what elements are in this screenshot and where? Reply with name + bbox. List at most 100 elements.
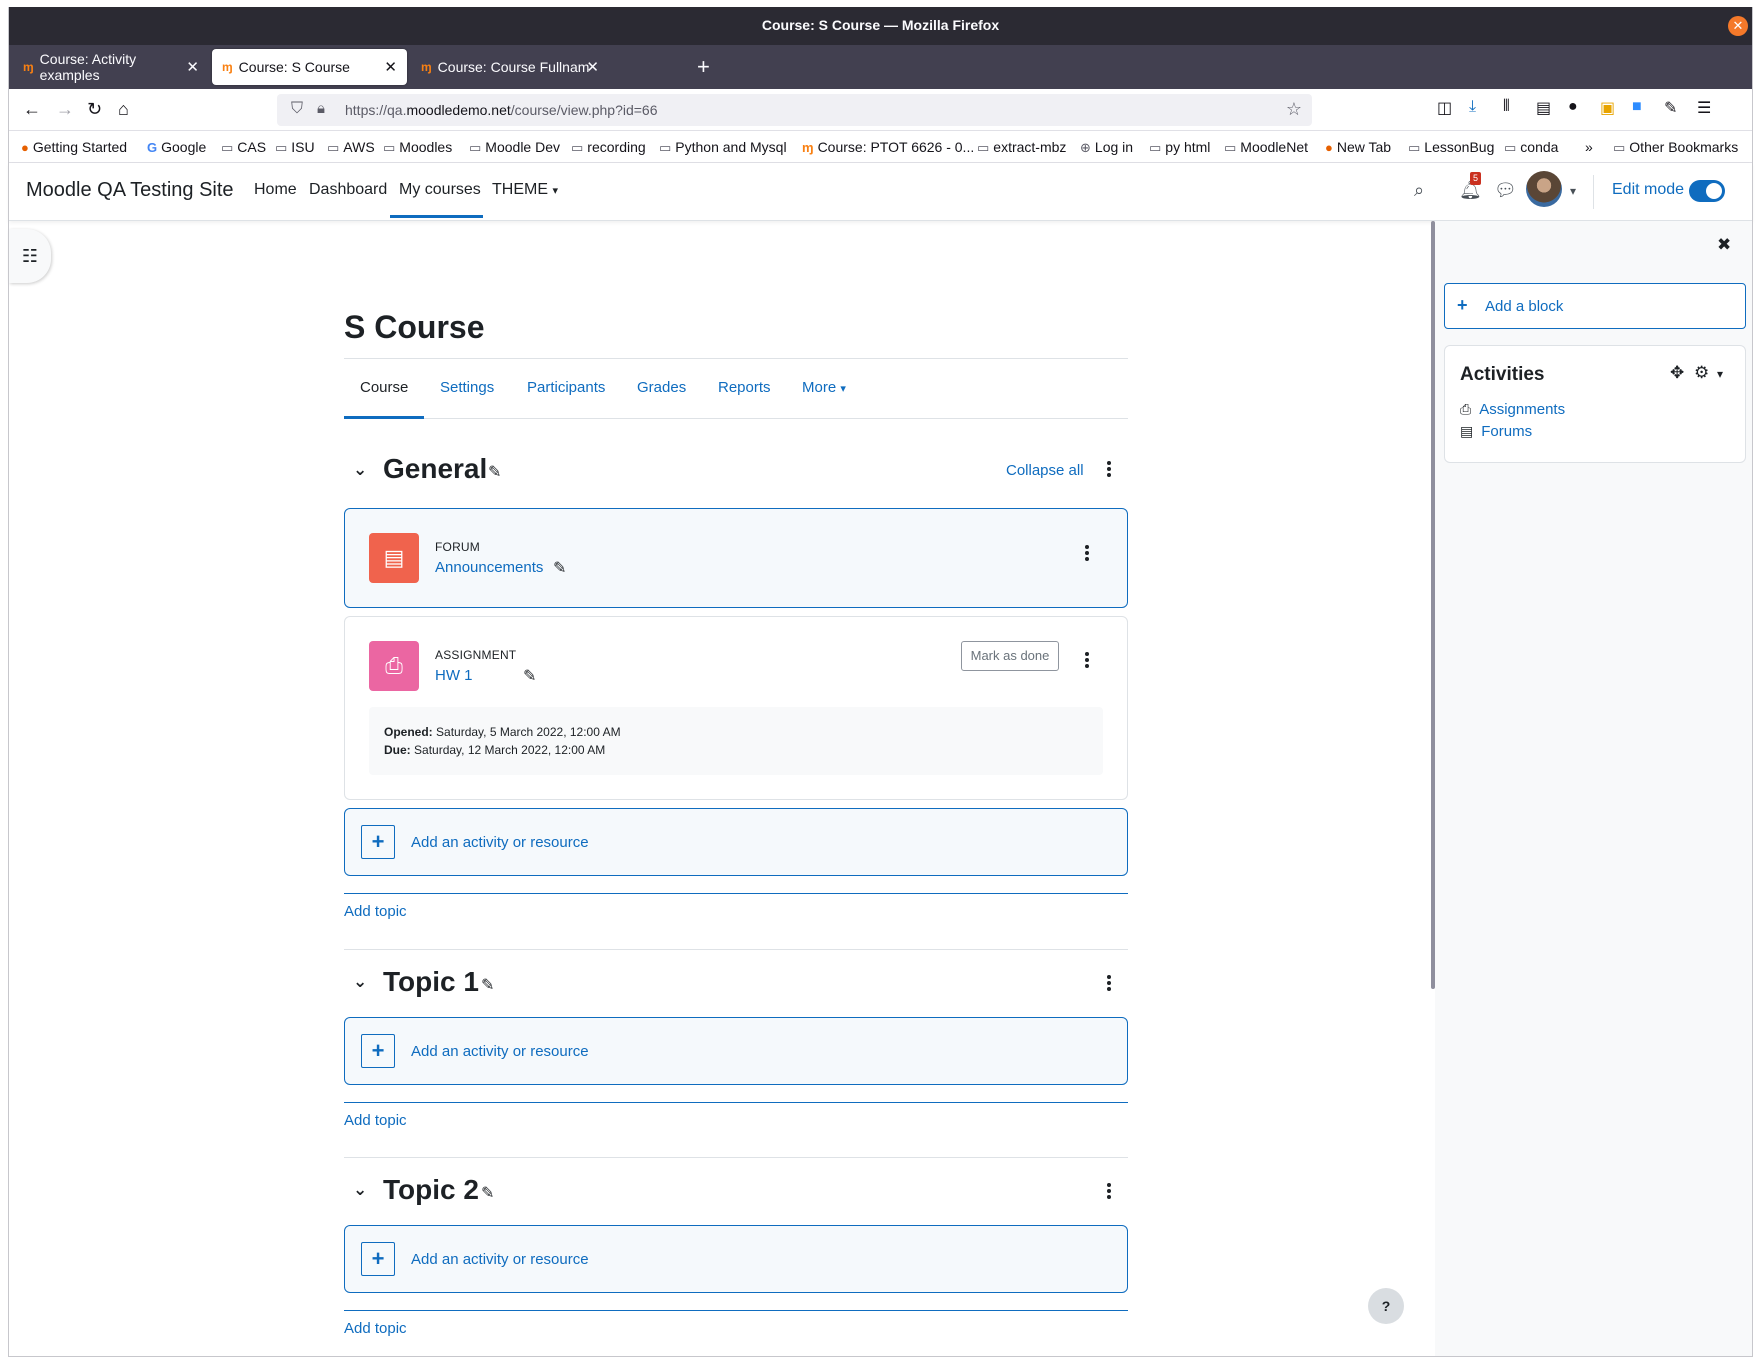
new-tab-icon[interactable]: +	[697, 54, 710, 80]
download-icon[interactable]: ⤓	[1469, 98, 1476, 116]
nav-my-courses[interactable]: My courses	[399, 181, 481, 199]
nav-dashboard[interactable]: Dashboard	[309, 181, 387, 199]
secondary-nav-course[interactable]: Course	[360, 379, 408, 396]
lock-icon[interactable]: 🔒︎	[317, 100, 325, 117]
bookmark-aws[interactable]: ▭ AWS	[327, 139, 375, 156]
secondary-nav-grades[interactable]: Grades	[637, 379, 686, 396]
opened-date: Opened: Saturday, 5 March 2022, 12:00 AM	[384, 725, 621, 739]
add-topic-link[interactable]: Add topic	[344, 903, 407, 920]
section-collapse-chevron-icon[interactable]: ⌄	[353, 1180, 367, 1200]
close-drawer-icon[interactable]: ✖	[1717, 235, 1731, 255]
bookmark-moodle-dev[interactable]: ▭ Moodle Dev	[469, 139, 560, 156]
user-menu-chevron-icon[interactable]: ▾	[1570, 184, 1576, 198]
bookmark-cas[interactable]: ▭ CAS	[221, 139, 266, 156]
chevron-down-icon[interactable]: ▾	[1717, 367, 1723, 381]
section-title-topic-1[interactable]: Topic 1	[383, 966, 479, 998]
bookmark-python-mysql[interactable]: ▭ Python and Mysql	[659, 139, 787, 156]
extension-mail-icon[interactable]: ▣	[1600, 98, 1615, 118]
activity-link-hw1[interactable]: HW 1	[435, 667, 473, 684]
close-tab-icon[interactable]: ✕	[384, 58, 397, 76]
activity-menu-kebab-icon[interactable]	[1085, 652, 1089, 670]
section-title-general[interactable]: General	[383, 453, 487, 485]
library-icon[interactable]: ⫴	[1503, 98, 1510, 116]
bookmark-lessonbug[interactable]: ▭ LessonBug	[1408, 139, 1494, 156]
section-title-topic-2[interactable]: Topic 2	[383, 1174, 479, 1206]
messages-icon[interactable]: 💬︎	[1494, 180, 1517, 201]
secondary-nav-more[interactable]: More ▾	[802, 379, 846, 396]
close-window-icon[interactable]: ✕	[1728, 16, 1748, 36]
bookmark-getting-started[interactable]: ● Getting Started	[21, 139, 127, 155]
secondary-nav-participants[interactable]: Participants	[527, 379, 605, 396]
close-tab-icon[interactable]: ✕	[186, 58, 199, 76]
add-block-button[interactable]: + Add a block	[1444, 283, 1746, 329]
help-button[interactable]: ?	[1368, 1288, 1404, 1324]
edit-mode-label[interactable]: Edit mode	[1612, 181, 1684, 199]
shield-icon[interactable]: ⛉	[291, 100, 303, 118]
bookmark-isu[interactable]: ▭ ISU	[275, 139, 315, 156]
bookmark-moodles[interactable]: ▭ Moodles	[383, 139, 452, 156]
add-activity-button-general[interactable]: + Add an activity or resource	[344, 808, 1128, 876]
add-topic-link[interactable]: Add topic	[344, 1112, 407, 1129]
url-text[interactable]: https://qa.moodledemo.net/course/view.ph…	[345, 102, 658, 118]
reload-icon[interactable]: ↻	[87, 99, 102, 120]
edit-pencil-icon[interactable]: ✎	[488, 462, 501, 482]
bookmark-other-bookmarks[interactable]: ▭ Other Bookmarks	[1613, 139, 1738, 156]
bookmark-conda[interactable]: ▭ conda	[1504, 139, 1558, 156]
secondary-nav-settings[interactable]: Settings	[440, 379, 494, 396]
moodle-favicon-icon: ɱ	[421, 60, 432, 74]
site-name[interactable]: Moodle QA Testing Site	[26, 179, 234, 202]
activity-menu-kebab-icon[interactable]	[1085, 545, 1089, 563]
browser-tab-s-course[interactable]: ɱ Course: S Course ✕	[212, 49, 407, 85]
mark-as-done-button[interactable]: Mark as done	[961, 641, 1059, 671]
bookmark-extract-mbz[interactable]: ▭ extract-mbz	[977, 139, 1066, 156]
bookmark-recording[interactable]: ▭ recording	[571, 139, 646, 156]
edit-mode-toggle[interactable]	[1689, 180, 1725, 202]
bookmark-google[interactable]: G Google	[147, 139, 206, 155]
course-index-toggle-icon[interactable]: ☷	[9, 229, 51, 283]
bookmark-log-in[interactable]: ⊕ Log in	[1080, 139, 1133, 156]
gear-icon[interactable]: ⚙	[1694, 363, 1709, 383]
move-icon[interactable]: ✥	[1670, 363, 1684, 383]
address-bar[interactable]: ⛉ 🔒︎ https://qa.moodledemo.net/course/vi…	[277, 94, 1312, 126]
bookmark-star-icon[interactable]: ☆	[1286, 99, 1302, 120]
forward-arrow-icon[interactable]: →	[56, 99, 74, 120]
nav-home[interactable]: Home	[254, 181, 297, 199]
bookmark-moodlenet[interactable]: ▭ MoodleNet	[1224, 139, 1308, 156]
extension-pen-icon[interactable]: ✎	[1664, 98, 1677, 118]
edit-pencil-icon[interactable]: ✎	[553, 558, 566, 578]
section-collapse-chevron-icon[interactable]: ⌄	[353, 460, 367, 480]
section-menu-kebab-icon[interactable]	[1107, 975, 1111, 993]
close-tab-icon[interactable]: ✕	[586, 58, 599, 76]
add-topic-link[interactable]: Add topic	[344, 1320, 407, 1337]
section-menu-kebab-icon[interactable]	[1107, 461, 1111, 479]
extension-s-icon[interactable]: ●	[1568, 98, 1578, 116]
add-activity-button-topic-2[interactable]: + Add an activity or resource	[344, 1225, 1128, 1293]
menu-hamburger-icon[interactable]: ☰	[1697, 98, 1711, 118]
pocket-icon[interactable]: ◫	[1437, 98, 1452, 118]
activities-item-forums[interactable]: ▤ Forums	[1460, 423, 1532, 440]
browser-tab-activity-examples[interactable]: ɱ Course: Activity examples ✕	[13, 49, 209, 85]
collapse-all-link[interactable]: Collapse all	[1006, 462, 1084, 479]
bookmark-course-ptot[interactable]: ɱ Course: PTOT 6626 - 0...	[802, 139, 974, 155]
browser-tab-course-fullname[interactable]: ɱ Course: Course Fullname 101 ✕	[411, 49, 609, 85]
sidebar-icon[interactable]: ▤	[1536, 98, 1551, 118]
secondary-nav-reports[interactable]: Reports	[718, 379, 771, 396]
bookmark-py-html[interactable]: ▭ py html	[1149, 139, 1210, 156]
activity-link-announcements[interactable]: Announcements	[435, 559, 543, 576]
edit-pencil-icon[interactable]: ✎	[481, 1183, 494, 1203]
more-bookmarks-chevron-icon[interactable]: »	[1585, 139, 1593, 155]
back-arrow-icon[interactable]: ←	[23, 99, 41, 120]
add-activity-button-topic-1[interactable]: + Add an activity or resource	[344, 1017, 1128, 1085]
zoom-extension-icon[interactable]: ■	[1632, 98, 1642, 116]
search-icon[interactable]: ⌕	[1414, 180, 1424, 201]
edit-pencil-icon[interactable]: ✎	[523, 666, 536, 686]
bookmark-new-tab[interactable]: ● New Tab	[1325, 139, 1391, 155]
section-collapse-chevron-icon[interactable]: ⌄	[353, 972, 367, 992]
user-avatar[interactable]	[1526, 171, 1562, 207]
window-border	[1752, 7, 1753, 1357]
home-icon[interactable]: ⌂	[118, 99, 129, 120]
nav-theme[interactable]: THEME ▾	[492, 181, 558, 199]
activities-item-assignments[interactable]: ⎙ Assignments	[1460, 401, 1565, 418]
edit-pencil-icon[interactable]: ✎	[481, 975, 494, 995]
section-menu-kebab-icon[interactable]	[1107, 1183, 1111, 1201]
